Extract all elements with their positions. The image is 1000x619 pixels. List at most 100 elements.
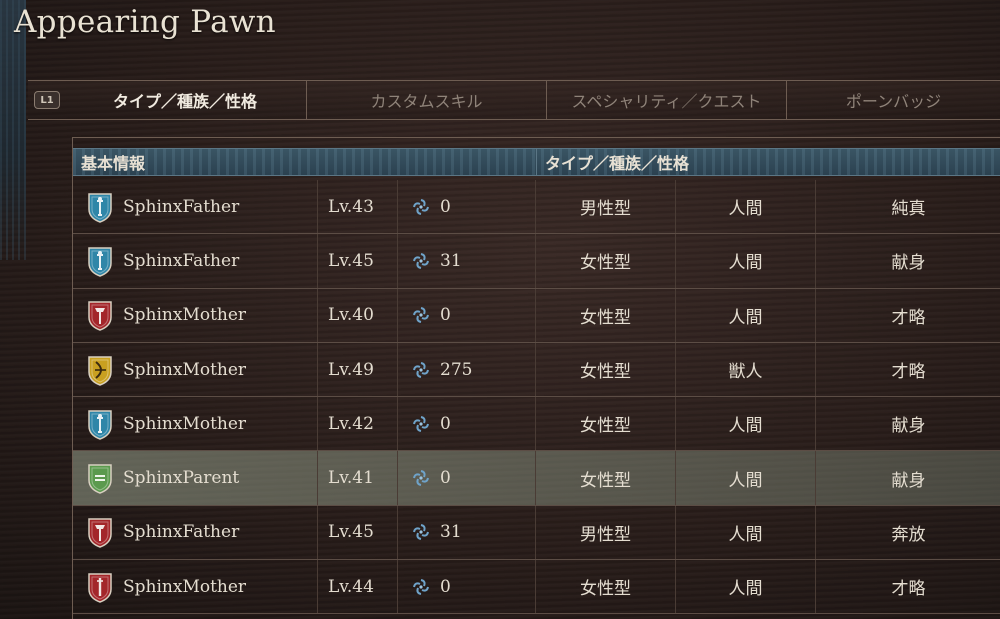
pawn-name: SphinxFather [123,522,240,543]
pawn-race: 人間 [676,180,816,234]
mage-shield-icon [87,462,113,494]
pawn-level: Lv.49 [318,342,398,397]
pawn-name: SphinxMother [123,413,247,434]
pawn-rank-cell: 0 [398,397,536,451]
pawn-personality: 才略 [891,579,926,600]
rift-crystal-icon [412,306,430,324]
pawn-level: Lv.44 [318,560,398,614]
pawn-type: 男性型 [536,505,676,560]
pawn-personality: 献身 [891,253,926,274]
fighter-shield-icon [87,191,113,223]
table-row[interactable]: SphinxMother Lv.42 0 女性型 人間 献身 [73,397,1000,452]
pawn-personality: 才略 [891,362,926,383]
archer-shield-icon [87,354,113,386]
pawn-type: 男性型 [536,180,676,234]
pawn-rank-cell: 31 [398,234,536,288]
tab-bar: L1 タイプ／種族／性格 カスタムスキル スペシャリティ／クエスト ポーンバッジ [28,80,1000,120]
pawn-race: 人間 [676,397,816,451]
pawn-name: SphinxMother [123,359,247,380]
pawn-rank: 0 [440,468,451,489]
pawn-personality: 奔放 [891,524,926,545]
tab-pawn-badge[interactable]: ポーンバッジ [787,81,1000,119]
pawn-type: 女性型 [536,342,676,397]
table-row[interactable]: SphinxFather Lv.45 31 男性型 人間 奔放 [73,505,1000,561]
pawn-race: 人間 [676,288,816,342]
table-row[interactable]: SphinxFather Lv.43 0 男性型 人間 純真 [73,180,1000,235]
pawn-rank-cell: 0 [398,560,536,614]
table-row[interactable]: SphinxMother Lv.49 275 女性型 獣人 才略 [73,342,1000,398]
pawn-table: 基本情報 タイプ／種族／性格 SphinxFather Lv.43 0 男性型 人間 純真… [72,137,1000,619]
table-row[interactable]: SphinxMother Lv.40 0 女性型 人間 才略 [73,288,1000,343]
pawn-race: 獣人 [676,342,816,397]
pawn-type: 女性型 [536,560,676,614]
warrior-shield-icon [87,299,113,332]
warrior-shield-icon [87,516,113,549]
pawn-rank: 275 [440,359,473,380]
tab-specialty-quest[interactable]: スペシャリティ／クエスト [547,81,787,119]
pawn-name-cell: SphinxFather [73,234,318,288]
header-basic-info: 基本情報 [81,154,146,173]
rift-crystal-icon [412,578,430,596]
pawn-personality: 献身 [891,416,926,437]
table-row[interactable]: SphinxFather Lv.45 31 女性型 人間 献身 [73,234,1000,289]
pawn-rank: 31 [440,522,462,543]
pawn-name-cell: SphinxMother [73,560,318,614]
page-title: Appearing Pawn [14,4,276,40]
l1-button-badge[interactable]: L1 [34,91,60,109]
pawn-level: Lv.45 [318,505,398,560]
pawn-race: 人間 [676,451,816,505]
pawn-rank-cell: 275 [398,342,536,397]
table-row[interactable]: SphinxParent Lv.41 0 女性型 人間 献身 [73,451,1000,506]
pawn-race: 人間 [676,234,816,288]
pawn-level: Lv.40 [318,288,398,342]
fighter-shield-icon [87,408,113,440]
pawn-list: SphinxFather Lv.43 0 男性型 人間 純真 SphinxFather Lv.… [73,180,1000,615]
pawn-rank: 0 [440,305,451,326]
pawn-level: Lv.45 [318,234,398,288]
pawn-name-cell: SphinxFather [73,505,318,560]
pawn-rank-cell: 0 [398,180,536,234]
tab-type-race-personality[interactable]: タイプ／種族／性格 [64,81,307,119]
header-type-race-personality: タイプ／種族／性格 [536,149,1000,175]
rift-crystal-icon [412,361,430,379]
thief-shield-icon [87,571,113,603]
pawn-rank: 0 [440,576,451,597]
pawn-name: SphinxFather [123,196,240,217]
pawn-personality: 献身 [891,470,926,491]
pawn-type: 女性型 [536,288,676,342]
tab-custom-skills[interactable]: カスタムスキル [307,81,547,119]
pawn-name: SphinxMother [123,576,247,597]
rift-crystal-icon [412,469,430,487]
table-row[interactable]: SphinxMother Lv.44 0 女性型 人間 才略 [73,560,1000,615]
rift-crystal-icon [412,415,430,433]
pawn-rank: 0 [440,196,451,217]
pawn-personality: 純真 [891,199,926,220]
pawn-name-cell: SphinxMother [73,288,318,342]
pawn-name: SphinxMother [123,305,247,326]
pawn-name: SphinxFather [123,250,240,271]
pawn-name: SphinxParent [123,468,240,489]
pawn-type: 女性型 [536,397,676,451]
pawn-race: 人間 [676,505,816,560]
pawn-level: Lv.42 [318,397,398,451]
pawn-name-cell: SphinxMother [73,397,318,451]
pawn-rank-cell: 0 [398,451,536,505]
pawn-name-cell: SphinxMother [73,342,318,397]
pawn-rank: 0 [440,413,451,434]
fighter-shield-icon [87,245,113,277]
pawn-type: 女性型 [536,451,676,505]
pawn-level: Lv.41 [318,451,398,505]
pawn-type: 女性型 [536,234,676,288]
pawn-race: 人間 [676,560,816,614]
pawn-name-cell: SphinxParent [73,451,318,505]
pawn-rank: 31 [440,250,462,271]
pawn-rank-cell: 31 [398,505,536,560]
rift-crystal-icon [412,523,430,541]
pawn-rank-cell: 0 [398,288,536,342]
rift-crystal-icon [412,252,430,270]
pawn-name-cell: SphinxFather [73,180,318,234]
table-header: 基本情報 タイプ／種族／性格 [73,148,1000,176]
rift-crystal-icon [412,198,430,216]
pawn-level: Lv.43 [318,180,398,234]
pawn-personality: 才略 [891,307,926,328]
